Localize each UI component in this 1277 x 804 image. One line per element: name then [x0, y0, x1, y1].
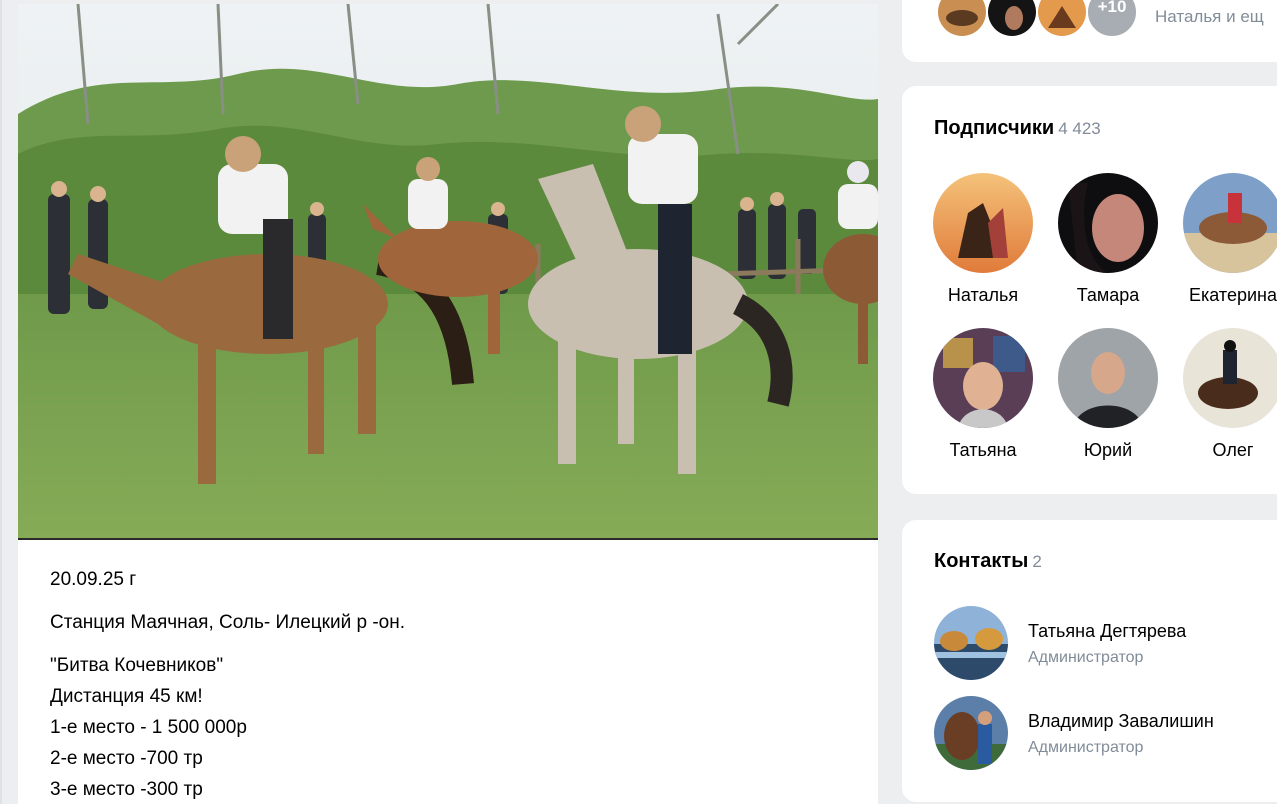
avatar	[1058, 328, 1158, 428]
post-prize-3: 3-е место -300 тр	[50, 779, 203, 800]
subscriber-name: Тамара	[1076, 285, 1140, 305]
contact-role: Администратор	[1028, 649, 1144, 666]
avatar	[1183, 173, 1277, 273]
avatar	[933, 173, 1033, 273]
subscriber-item[interactable]: Олег	[1173, 328, 1277, 461]
subscriber-name: Екатерина	[1189, 285, 1277, 305]
contact-name[interactable]: Татьяна Дегтярева	[1028, 621, 1186, 642]
contact-name[interactable]: Владимир Завалишин	[1028, 711, 1214, 732]
subscriber-item[interactable]: Наталья	[923, 173, 1043, 306]
friends-avatar-stack[interactable]: +10	[936, 0, 1156, 38]
avatar[interactable]	[936, 0, 988, 38]
subscriber-item[interactable]: Тамара	[1048, 173, 1168, 306]
post-distance: Дистанция 45 км!	[50, 686, 203, 707]
post-prize-2: 2-е место -700 тр	[50, 748, 203, 769]
subscriber-name: Татьяна	[949, 440, 1017, 460]
subscriber-name: Олег	[1212, 440, 1254, 460]
page: 20.09.25 г Станция Маячная, Соль- Илецки…	[0, 0, 1277, 804]
avatar[interactable]	[934, 696, 1008, 770]
post-card: 20.09.25 г Станция Маячная, Соль- Илецки…	[18, 4, 878, 804]
subscribers-title: Подписчики	[934, 117, 1055, 139]
contacts-count: 2	[1032, 552, 1042, 571]
post-prize-1: 1-е место - 1 500 000р	[50, 717, 247, 738]
contact-role: Администратор	[1028, 739, 1144, 756]
post-location: Станция Маячная, Соль- Илецкий р -он.	[50, 612, 406, 633]
subscriber-name: Юрий	[1083, 440, 1133, 460]
contact-item[interactable]: Татьяна Дегтярева Администратор	[934, 606, 1277, 682]
contacts-header[interactable]: Контакты 2	[934, 550, 1042, 573]
post-date: 20.09.25 г	[50, 569, 137, 590]
avatar[interactable]	[986, 0, 1038, 38]
subscriber-item[interactable]: Татьяна	[923, 328, 1043, 461]
contact-item[interactable]: Владимир Завалишин Администратор	[934, 696, 1277, 772]
avatar	[1183, 328, 1277, 428]
more-friends-badge[interactable]: +10	[1086, 0, 1138, 38]
avatar[interactable]	[934, 606, 1008, 680]
post-text: 20.09.25 г Станция Маячная, Соль- Илецки…	[50, 564, 850, 804]
avatar	[1058, 173, 1158, 273]
friends-summary[interactable]: Наталья и ещ	[1155, 7, 1264, 27]
subscriber-item[interactable]: Екатерина	[1173, 173, 1277, 306]
avatar[interactable]	[1036, 0, 1088, 38]
post-photo[interactable]	[18, 4, 878, 540]
subscribers-card: Подписчики 4 423 Наталья Тамара Екатерина…	[902, 86, 1277, 494]
contacts-card: Контакты 2 Татьяна Дегтярева Администрато…	[902, 520, 1277, 802]
contacts-title: Контакты	[934, 550, 1029, 572]
subscribers-header[interactable]: Подписчики 4 423	[934, 117, 1101, 140]
subscriber-item[interactable]: Юрий	[1048, 328, 1168, 461]
friends-card: +10 Наталья и ещ	[902, 0, 1277, 62]
horse-race-photo-icon	[18, 4, 878, 538]
avatar	[933, 328, 1033, 428]
subscribers-count: 4 423	[1058, 119, 1101, 138]
subscriber-name: Наталья	[947, 285, 1019, 305]
left-divider	[0, 0, 2, 804]
post-event-name: "Битва Кочевников"	[50, 655, 224, 676]
